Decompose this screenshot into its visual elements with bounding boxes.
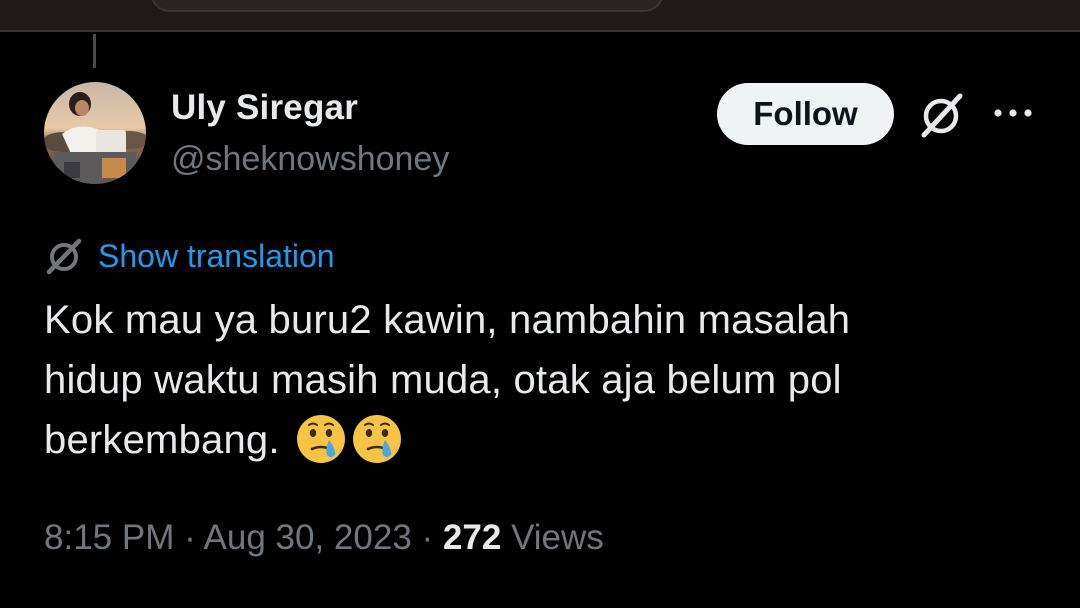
- face-holding-back-tears-emoji-icon: [353, 415, 402, 463]
- tweet-text: Kok mau ya buru2 kawin, nambahin masalah…: [44, 290, 1044, 470]
- author-handle[interactable]: @sheknowshoney: [171, 140, 449, 179]
- search-pill[interactable]: [150, 0, 664, 12]
- separator-dot: ·: [184, 518, 196, 557]
- author-display-name[interactable]: Uly Siregar: [171, 88, 358, 128]
- views-label: Views: [511, 518, 604, 557]
- thread-connector-line: [93, 34, 96, 68]
- grok-icon[interactable]: [916, 90, 968, 140]
- separator-dot: ·: [421, 518, 434, 557]
- top-bar: [0, 0, 1080, 32]
- show-translation-link[interactable]: Show translation: [44, 234, 335, 278]
- avatar[interactable]: [44, 82, 146, 184]
- tweet-metadata: 8:15 PM · Aug 30, 2023 · 272 Views: [44, 518, 604, 558]
- tweet-time[interactable]: 8:15 PM: [44, 518, 174, 557]
- tweet-text-line: berkembang.: [44, 410, 1044, 470]
- tweet-text-line: hidup waktu masih muda, otak aja belum p…: [44, 358, 842, 402]
- tweet-text-line: Kok mau ya buru2 kawin, nambahin masalah: [44, 298, 851, 342]
- profile-photo-icon: [44, 82, 146, 184]
- views-count[interactable]: 272: [443, 518, 501, 557]
- tweet-text-line-content: berkembang.: [44, 418, 280, 462]
- tweet-date[interactable]: Aug 30, 2023: [204, 518, 412, 557]
- translate-globe-icon: [46, 238, 82, 275]
- face-holding-back-tears-emoji-icon: [297, 415, 346, 463]
- more-options-icon[interactable]: [990, 98, 1036, 128]
- show-translation-label[interactable]: Show translation: [98, 238, 335, 275]
- follow-button[interactable]: Follow: [717, 83, 894, 145]
